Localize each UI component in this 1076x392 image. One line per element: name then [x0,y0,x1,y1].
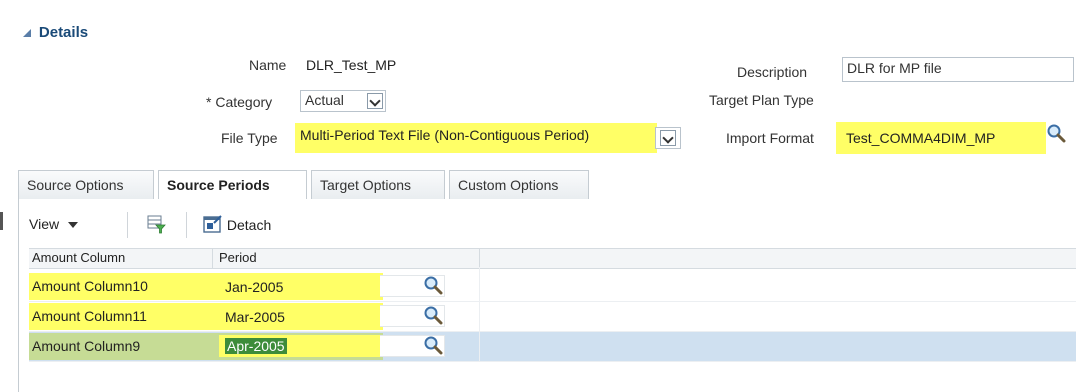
file-type-select[interactable]: Multi-Period Text File (Non-Contiguous P… [300,127,652,149]
toolbar-divider [127,212,128,238]
dropdown-chevron-icon[interactable] [367,93,383,109]
tab-source-periods[interactable]: Source Periods [158,170,307,200]
details-header[interactable]: Details [23,24,88,41]
column-divider [212,249,213,268]
magnifier-icon[interactable] [423,335,443,355]
description-value: DLR for MP file [847,60,942,76]
chevron-down-icon [67,222,78,229]
toolbar-divider [186,212,187,238]
import-format-label: Import Format [726,130,814,146]
detach-label: Detach [226,217,272,233]
grid-header: Amount Column Period [29,248,1076,269]
name-value: DLR_Test_MP [306,57,397,73]
tab-bar: Source Options Source Periods Target Opt… [18,170,1076,200]
import-format-value: Test_COMMA4DIM_MP [846,130,996,146]
filter-icon[interactable] [146,214,166,234]
view-menu[interactable]: View [29,216,78,232]
amount-column-cell: Amount Column11 [32,308,147,324]
detach-button[interactable]: Detach [203,214,271,234]
column-divider [479,249,480,268]
collapse-triangle-icon[interactable] [23,29,31,37]
magnifier-icon[interactable] [423,275,443,295]
category-select[interactable]: Actual [300,90,386,112]
tab-custom-options[interactable]: Custom Options [449,170,589,199]
table-row[interactable]: Amount Column10 Jan-2005 [29,272,1076,302]
file-type-dropdown[interactable] [655,127,681,149]
description-field[interactable]: DLR for MP file [842,57,1074,82]
detach-icon [203,215,222,233]
file-type-label: File Type [221,130,278,146]
period-input[interactable]: Apr-2005 [225,338,287,354]
target-plan-type-label: Target Plan Type [709,92,814,108]
category-value: Actual [305,92,344,108]
amount-column-cell: Amount Column10 [32,278,148,294]
period-input[interactable]: Jan-2005 [225,279,283,295]
tab-source-options[interactable]: Source Options [18,170,154,199]
import-format-field[interactable]: Test_COMMA4DIM_MP [846,130,995,146]
window-edge-marker [0,212,3,230]
tab-target-options[interactable]: Target Options [311,170,445,199]
view-label: View [29,216,60,232]
amount-column-cell: Amount Column9 [32,338,141,354]
file-type-value: Multi-Period Text File (Non-Contiguous P… [300,127,590,143]
category-label: * Category [206,94,273,110]
table-row[interactable]: Amount Column11 Mar-2005 [29,302,1076,332]
name-label: Name [249,57,287,73]
period-input[interactable]: Mar-2005 [225,309,285,325]
column-header-amount[interactable]: Amount Column [32,250,125,265]
magnifier-icon[interactable] [1046,123,1066,143]
column-header-period[interactable]: Period [219,250,257,265]
magnifier-icon[interactable] [423,305,443,325]
column-divider [479,267,480,362]
table-row-selected[interactable]: Amount Column9 Apr-2005 [29,332,1076,362]
dropdown-chevron-icon[interactable] [660,130,676,146]
description-label: Description [737,64,808,80]
details-title: Details [38,24,89,41]
